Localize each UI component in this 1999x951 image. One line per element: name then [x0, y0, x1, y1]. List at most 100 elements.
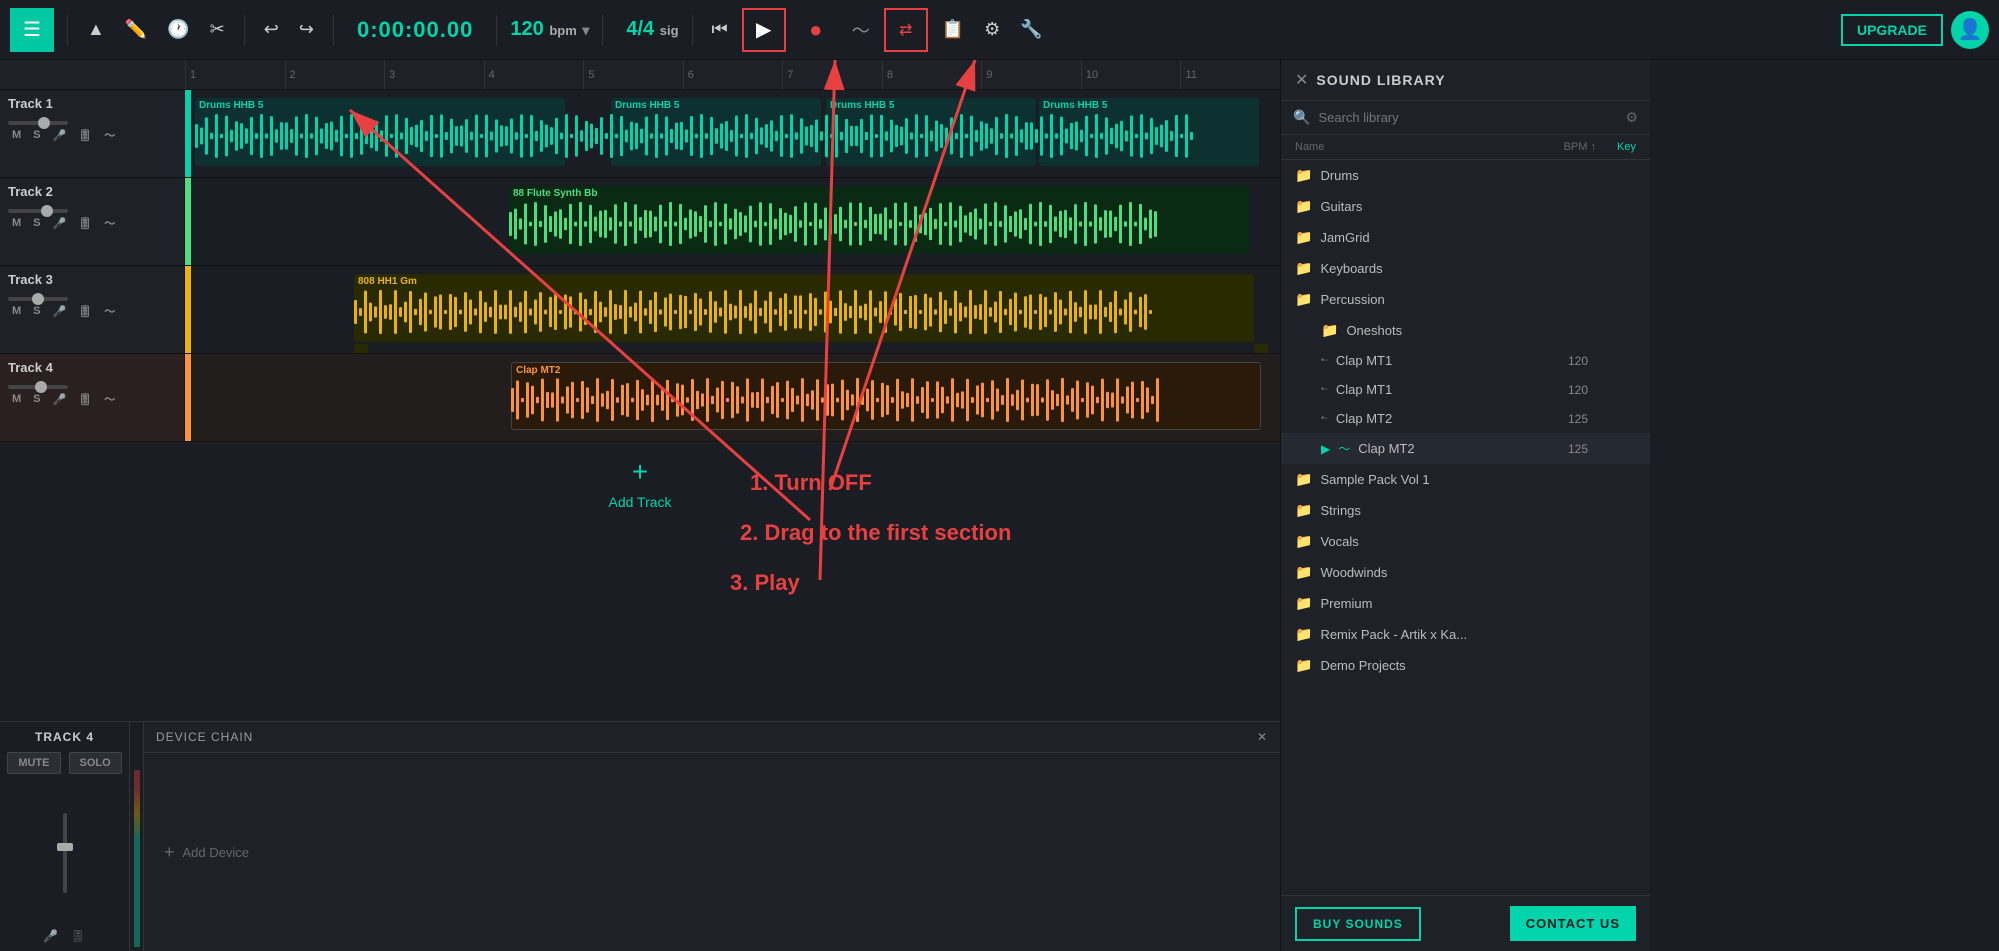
mic-icon-bottom[interactable]: 🎤	[43, 929, 58, 943]
item-name: JamGrid	[1320, 230, 1520, 245]
add-device-label: Add Device	[183, 845, 249, 860]
clip-track4-1[interactable]: Clap MT2	[511, 362, 1261, 430]
upgrade-button[interactable]: UPGRADE	[1841, 14, 1943, 46]
track-1-wave[interactable]: 〜	[100, 125, 119, 145]
track-area: 1 2 3 4 5 6 7 8 9 10 11 Tra	[0, 60, 1280, 721]
clip-label-4: Drums HHB 5	[1039, 98, 1259, 113]
skip-back-button[interactable]: ⏮	[706, 15, 734, 44]
track-4-mute[interactable]: M	[8, 391, 25, 407]
library-item-7[interactable]: •-Clap MT1120	[1281, 375, 1650, 404]
track-2-mic[interactable]: 🎤	[49, 215, 71, 232]
track-3-volume[interactable]	[8, 297, 68, 301]
bars-icon-bottom[interactable]: 🎚	[70, 929, 85, 943]
bottom-mute-button[interactable]: MUTE	[7, 752, 60, 774]
buy-sounds-button[interactable]: BUY SOUNDS	[1295, 907, 1421, 941]
tool5-button[interactable]: 📋	[936, 15, 970, 44]
clock-tool-button[interactable]: 🕐	[161, 15, 195, 44]
filter-icon[interactable]: ⚙	[1625, 109, 1638, 126]
clip-4-label: Clap MT2	[512, 363, 1260, 378]
track-1-mic[interactable]: 🎤	[49, 127, 71, 144]
track-1-solo[interactable]: S	[29, 127, 44, 143]
library-item-4[interactable]: 📁Percussion	[1281, 284, 1650, 315]
track-1-mute[interactable]: M	[8, 127, 25, 143]
contact-us-button[interactable]: CONTACT US	[1510, 906, 1636, 941]
col-bpm-header: BPM ↑	[1536, 141, 1596, 153]
pencil-tool-button[interactable]: ✏️	[119, 15, 153, 44]
track-3-controls: Track 3 M S 🎤 🎚 〜	[0, 266, 185, 353]
resize-right-3[interactable]	[1254, 344, 1268, 353]
clip-track1-1[interactable]: Drums HHB 5 // Generated via JS below	[195, 98, 565, 166]
redo-button[interactable]: ↪	[293, 15, 320, 44]
resize-left-3[interactable]	[354, 344, 368, 353]
track-3-wave[interactable]: 〜	[100, 301, 119, 321]
track-3-mic[interactable]: 🎤	[49, 303, 71, 320]
library-item-3[interactable]: 📁Keyboards	[1281, 253, 1650, 284]
track-1-volume[interactable]	[8, 121, 68, 125]
track-1-bars[interactable]: 🎚	[74, 127, 96, 144]
item-name: Keyboards	[1320, 261, 1520, 276]
ruler-mark-9: 9	[981, 60, 1081, 89]
play-active-icon: ▶	[1321, 442, 1330, 456]
menu-button[interactable]: ☰	[10, 8, 54, 52]
play-button[interactable]: ▶	[742, 8, 786, 52]
library-item-11[interactable]: 📁Strings	[1281, 495, 1650, 526]
library-item-10[interactable]: 📁Sample Pack Vol 1	[1281, 464, 1650, 495]
clip-track1-3[interactable]: Drums HHB 5	[826, 98, 1036, 166]
track-4-volume[interactable]	[8, 385, 68, 389]
loop-button[interactable]: ⇄	[884, 8, 928, 52]
library-item-15[interactable]: 📁Remix Pack - Artik x Ka...	[1281, 619, 1650, 650]
track-3-content[interactable]: 808 HH1 Gm	[191, 266, 1280, 353]
clip-track3-1[interactable]: 808 HH1 Gm	[354, 274, 1254, 342]
track-3-solo[interactable]: S	[29, 303, 44, 319]
library-item-13[interactable]: 📁Woodwinds	[1281, 557, 1650, 588]
track-3-mute[interactable]: M	[8, 303, 25, 319]
add-device-area[interactable]: + Add Device	[144, 753, 1280, 951]
clip-track1-2[interactable]: Drums HHB 5	[611, 98, 821, 166]
tool7-button[interactable]: 🔧	[1014, 15, 1048, 44]
tool6-button[interactable]: ⚙	[978, 15, 1006, 44]
track-2-wave[interactable]: 〜	[100, 213, 119, 233]
wave-button[interactable]: 〜	[846, 13, 876, 47]
track-2-solo[interactable]: S	[29, 215, 44, 231]
time-display: 0:00:00.00	[357, 17, 473, 43]
bottom-icons: 🎤 🎚	[43, 929, 85, 943]
file-dot-icon: •-	[1321, 413, 1328, 424]
bottom-solo-button[interactable]: SOLO	[69, 752, 122, 774]
track-2-content[interactable]: 88 Flute Synth Bb	[191, 178, 1280, 265]
track-2-bars[interactable]: 🎚	[74, 215, 96, 232]
library-item-0[interactable]: 📁Drums	[1281, 160, 1650, 191]
library-item-5[interactable]: 📁Oneshots	[1281, 315, 1650, 346]
avatar[interactable]: 👤	[1951, 11, 1989, 49]
scissors-tool-button[interactable]: ✂	[204, 15, 231, 44]
library-item-8[interactable]: •-Clap MT2125	[1281, 404, 1650, 433]
search-input[interactable]	[1318, 110, 1617, 125]
library-item-12[interactable]: 📁Vocals	[1281, 526, 1650, 557]
track-1-content[interactable]: Drums HHB 5 // Generated via JS below	[191, 90, 1280, 177]
record-button[interactable]: ●	[794, 8, 838, 52]
track-4-content[interactable]: Clap MT2	[191, 354, 1280, 441]
track-4-solo[interactable]: S	[29, 391, 44, 407]
folder-icon: 📁	[1295, 564, 1312, 581]
track-3-bars[interactable]: 🎚	[74, 303, 96, 320]
track-2-mute[interactable]: M	[8, 215, 25, 231]
track-2-volume[interactable]	[8, 209, 68, 213]
library-item-2[interactable]: 📁JamGrid	[1281, 222, 1650, 253]
undo-button[interactable]: ↩	[258, 15, 285, 44]
library-item-16[interactable]: 📁Demo Projects	[1281, 650, 1650, 681]
clip-track1-4[interactable]: Drums HHB 5	[1039, 98, 1259, 166]
library-item-9[interactable]: ▶〜Clap MT2125	[1281, 433, 1650, 464]
library-item-14[interactable]: 📁Premium	[1281, 588, 1650, 619]
track-4-wave[interactable]: 〜	[100, 389, 119, 409]
sidebar-search: 🔍 ⚙	[1281, 101, 1650, 135]
library-item-6[interactable]: •-Clap MT1120	[1281, 346, 1650, 375]
ruler-mark-2: 2	[285, 60, 385, 89]
clip-track2-1[interactable]: 88 Flute Synth Bb	[509, 186, 1249, 254]
track-4-bars[interactable]: 🎚	[74, 391, 96, 408]
close-chain-icon[interactable]: ✕	[1257, 730, 1268, 744]
cursor-tool-button[interactable]: ▲	[81, 15, 111, 44]
vertical-fader[interactable]	[63, 784, 67, 921]
library-item-1[interactable]: 📁Guitars	[1281, 191, 1650, 222]
track-4-mic[interactable]: 🎤	[49, 391, 71, 408]
add-track-area[interactable]: + Add Track	[0, 442, 1280, 522]
close-sidebar-icon[interactable]: ✕	[1295, 70, 1308, 90]
